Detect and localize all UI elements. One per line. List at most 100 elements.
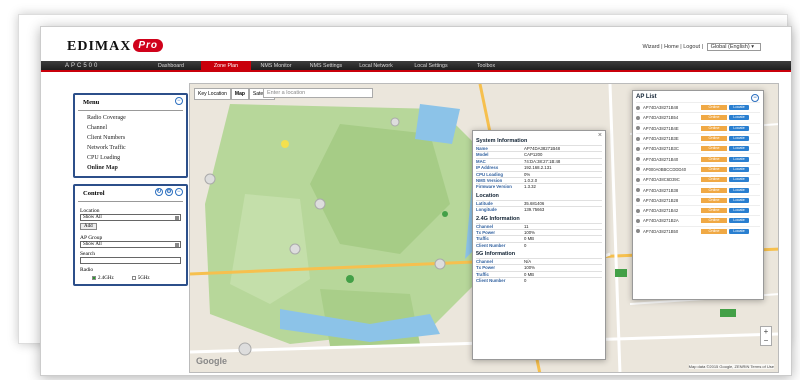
ap-status-dot-icon [636,115,640,120]
locate-button[interactable]: Locate [729,156,749,162]
info-value: 1.3.32 [524,184,536,190]
locate-button[interactable]: Locate [729,187,749,193]
ap-list-item[interactable]: AP74DA38271B3C Online Locate [636,143,760,153]
info-value: N/A [524,259,532,265]
ap-list-item[interactable]: AP74DA38271B50 Online Locate [636,225,760,236]
info-value: 11 [524,223,529,229]
info-key: Channel [476,259,493,265]
locate-button[interactable]: Locate [729,177,749,183]
info-key: CPU Loading [476,171,503,177]
ap-name: AP74DA38271B2A [643,218,679,224]
menu-item-cpu-loading[interactable]: CPU Loading [75,153,186,163]
info-value: 0 [524,242,527,248]
model-name: APC500 [65,63,100,69]
checkbox-24[interactable] [92,276,96,280]
control-body: Location Show All Add AP Group Show All … [75,202,186,284]
info-value: 0 MB [524,271,535,277]
info-value: 35.681406 [524,200,545,206]
ap-list-item[interactable]: AP74DA38271B28 Online Locate [636,194,760,205]
nav-local-settings[interactable]: Local Settings [401,61,461,72]
locate-button[interactable]: Locate [729,146,749,152]
ap-status-badge: Online [701,156,727,162]
search-input[interactable] [80,257,181,264]
ap-status-badge: Online [701,136,727,142]
locate-button[interactable]: Locate [729,115,749,121]
collapse-icon[interactable]: − [175,188,183,196]
tab-map[interactable]: Map [230,88,249,100]
nav-dashboard[interactable]: Dashboard [141,61,201,72]
header-link-text[interactable]: Wizard | Home | Logout | [642,44,703,50]
ap-list-item[interactable]: AP74DA38271B54 Online Locate [636,112,760,122]
radio-5-option[interactable]: 5GHz [131,276,150,281]
refresh-icon[interactable]: ↻ [155,188,163,196]
zoom-in-icon[interactable]: + [761,327,771,336]
locate-button[interactable]: Locate [729,208,749,214]
info-value: 192.168.2.131 [524,165,552,171]
map-view[interactable]: Key Location Map Satellite Enter a locat… [189,83,779,373]
nav-nms-monitor[interactable]: NMS Monitor [251,61,301,72]
location-search-input[interactable]: Enter a location [263,88,373,98]
ap-status-badge: Online [701,177,727,183]
ap-list-item[interactable]: AP74DA38271B40 Online Locate [636,153,760,163]
location-select[interactable]: Show All [80,214,181,221]
header-links[interactable]: Wizard | Home | Logout | Global (English… [642,43,761,51]
nav-toolbox[interactable]: Toolbox [461,61,511,72]
locate-button[interactable]: Locate [729,105,749,111]
ap-list-item[interactable]: AP74DA38271B4E Online Locate [636,122,760,133]
menu-item-channel[interactable]: Channel [75,123,186,133]
ap-list-title-text: AP List [636,94,657,100]
nav-zone-plan[interactable]: Zone Plan [201,61,251,72]
info-key: Tx Power [476,229,496,235]
locate-button[interactable]: Locate [729,125,749,131]
menu-item-network-traffic[interactable]: Network Traffic [75,143,186,153]
radio-options: 2.4GHz 5GHz [80,276,181,281]
ap-list-item[interactable]: AP000A0BBCCDDD40 Online Locate [636,163,760,174]
info-value: AP74DA38271B48 [524,146,561,151]
ap-list-item[interactable]: AP74DA38271B48 Online Locate [636,102,760,112]
ap-status-dot-icon [636,146,640,151]
menu-item-radio-coverage[interactable]: Radio Coverage [75,113,186,123]
nav-local-network[interactable]: Local Network [351,61,401,72]
ap-name: AP74DA38C6D39C [643,177,680,183]
info-row: Client Number 0 [476,277,602,283]
g5-section-title: 5G Information [476,251,516,258]
zoom-out-icon[interactable]: − [761,336,771,345]
location-section-title: Location [476,192,499,199]
ap-status-dot-icon [636,208,640,213]
info-key: Client Number [476,278,506,284]
ap-status-dot-icon [636,177,640,182]
menu-title-text: Menu [83,99,100,106]
locate-button[interactable]: Locate [729,228,749,234]
locate-button[interactable]: Locate [729,136,749,142]
checkbox-5[interactable] [131,276,136,280]
locate-button[interactable]: Locate [729,166,749,172]
ap-status-badge: Online [701,228,727,234]
ap-list-item[interactable]: AP74DA38271B2A Online Locate [636,215,760,225]
zoom-controls[interactable]: + − [760,326,772,346]
menu-item-online-map[interactable]: Online Map [75,163,186,173]
ap-group-select[interactable]: Show All [80,241,181,248]
radio-24-option[interactable]: 2.4GHz [92,276,114,281]
ap-name: AP74DA38271B28 [643,197,679,203]
add-button[interactable]: Add [80,223,97,230]
collapse-icon[interactable]: − [175,97,183,105]
language-select[interactable]: Global (English) ▾ [706,43,761,51]
map-copyright: Map data ©2015 Google, ZENRIN Terms of U… [688,364,774,369]
info-value: 100% [524,265,535,271]
ap-list-item[interactable]: AP74DA38271B38 Online Locate [636,184,760,194]
ap-list-item[interactable]: AP74DA38C6D39C Online Locate [636,174,760,184]
ap-list-item[interactable]: AP74DA38271B42 Online Locate [636,204,760,215]
tab-key-location[interactable]: Key Location [194,88,231,100]
ap-list-rows: AP74DA38271B48 Online Locate AP74DA38271B54… [636,102,760,236]
radio-24-text: 2.4GHz [98,276,114,281]
locate-button[interactable]: Locate [729,197,749,203]
locate-button[interactable]: Locate [729,218,749,224]
collapse-icon[interactable]: − [751,94,759,102]
ap-list-item[interactable]: AP74DA38271B3E Online Locate [636,132,760,143]
system-info-popup: × System Information Name AP74DA38271B48 M… [472,130,606,360]
ap-status-dot-icon [636,136,640,141]
nav-nms-settings[interactable]: NMS Settings [301,61,351,72]
close-icon[interactable]: × [598,132,602,139]
settings-icon[interactable]: ⚙ [165,188,173,196]
menu-item-client-numbers[interactable]: Client Numbers [75,133,186,143]
